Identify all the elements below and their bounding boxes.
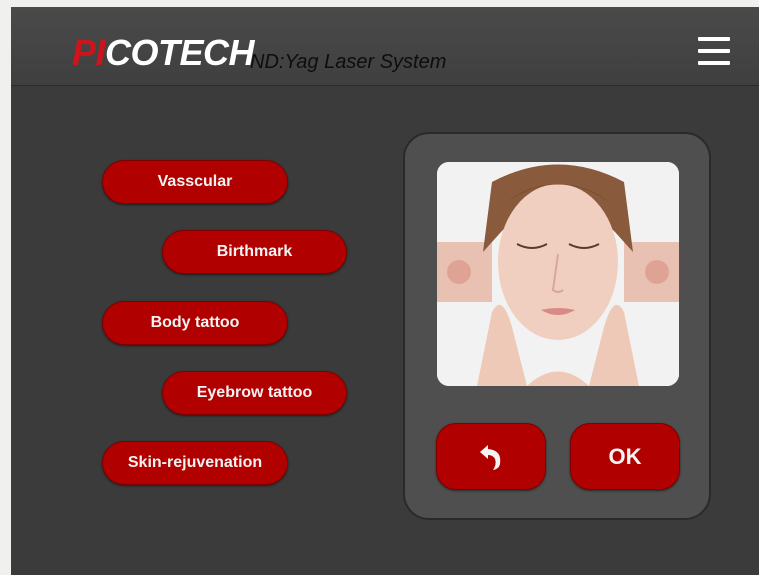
undo-arrow-icon	[480, 444, 501, 470]
menu-line	[698, 61, 730, 65]
ok-button[interactable]: OK	[570, 423, 680, 490]
logo-name: COTECH	[105, 32, 255, 73]
vascular-button[interactable]: Vasscular	[102, 160, 288, 204]
app-screen: PI COTECH ND:Yag Laser System Vasscular B…	[11, 7, 759, 575]
header-bar: PI COTECH ND:Yag Laser System	[11, 7, 759, 86]
menu-line	[698, 49, 730, 53]
face-illustration	[437, 162, 679, 386]
eyebrow-tattoo-button[interactable]: Eyebrow tattoo	[162, 371, 347, 415]
menu-line	[698, 37, 730, 41]
logo-prefix: PI	[72, 32, 106, 73]
hamburger-menu-icon[interactable]	[698, 37, 732, 67]
face-preview-image	[437, 162, 679, 386]
preview-panel: OK	[403, 132, 711, 520]
back-button[interactable]	[436, 423, 546, 490]
skin-rejuvenation-button[interactable]: Skin-rejuvenation	[102, 441, 288, 485]
birthmark-button[interactable]: Birthmark	[162, 230, 347, 274]
body-tattoo-button[interactable]: Body tattoo	[102, 301, 288, 345]
brand-logo: PI COTECH	[72, 32, 255, 73]
system-subtitle: ND:Yag Laser System	[250, 51, 447, 73]
